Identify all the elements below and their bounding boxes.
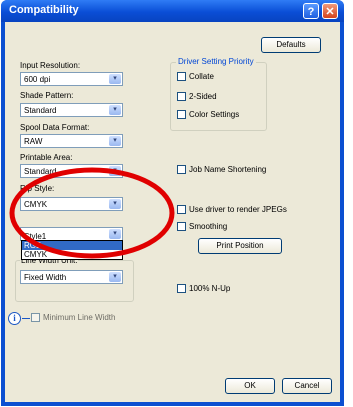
chevron-down-icon[interactable]: ▾ [109,229,121,239]
use-driver-jpegs-checkbox[interactable]: Use driver to render JPEGs [177,205,287,214]
spool-data-format-select[interactable]: RAW ▾ [20,134,123,148]
driver-setting-priority-title: Driver Setting Priority [176,57,256,66]
checkbox-box[interactable] [177,222,186,231]
window-title: Compatibility [9,4,79,16]
shade-pattern-select[interactable]: Standard ▾ [20,103,123,117]
n-up-100-label: 100% N-Up [189,284,231,293]
job-name-shortening-checkbox[interactable]: Job Name Shortening [177,165,266,174]
rip-style-value: CMYK [24,200,48,209]
color-settings-label: Color Settings [189,110,240,119]
dialog-client-area: Defaults Input Resolution: 600 dpi ▾ Sha… [5,22,340,402]
shade-pattern-value: Standard [24,106,57,115]
printable-area-value: Standard [24,167,57,176]
input-resolution-label: Input Resolution: [20,61,81,70]
job-name-shortening-label: Job Name Shortening [189,165,267,174]
rip-style-dropdown-list: RGB CMYK [21,240,123,260]
chevron-down-icon[interactable]: ▾ [109,105,121,115]
shade-pattern-label: Shade Pattern: [20,91,74,100]
ok-button[interactable]: OK [225,378,275,394]
n-up-100-checkbox[interactable]: 100% N-Up [177,284,230,293]
dropdown-option-rgb[interactable]: RGB [22,241,122,250]
info-pointer-line [22,318,30,319]
checkbox-box[interactable] [177,165,186,174]
info-icon: i [8,312,21,325]
checkbox-box[interactable] [177,110,186,119]
two-sided-checkbox[interactable]: 2-Sided [177,92,217,101]
use-driver-jpegs-label: Use driver to render JPEGs [189,205,287,214]
dropdown-option-cmyk[interactable]: CMYK [22,250,122,259]
smoothing-checkbox[interactable]: Smoothing [177,222,227,231]
obscured-style-select[interactable]: Style1 ▾ [20,227,123,241]
checkbox-box[interactable] [177,284,186,293]
defaults-button[interactable]: Defaults [261,37,321,53]
smoothing-label: Smoothing [189,222,228,231]
chevron-down-icon[interactable]: ▾ [109,166,121,176]
line-width-unit-select[interactable]: Fixed Width ▾ [20,270,123,284]
minimum-line-width-label: Minimum Line Width [43,313,116,322]
color-settings-checkbox[interactable]: Color Settings [177,110,239,119]
collate-label: Collate [189,72,214,81]
title-bar: Compatibility ? ✕ [1,0,344,22]
line-width-unit-value: Fixed Width [24,273,67,282]
spool-data-format-label: Spool Data Format: [20,123,90,132]
checkbox-box[interactable] [177,92,186,101]
printable-area-label: Printable Area: [20,153,73,162]
chevron-down-icon[interactable]: ▾ [109,136,121,146]
cancel-button[interactable]: Cancel [282,378,332,394]
rip-style-select[interactable]: CMYK ▾ [20,197,123,211]
compatibility-dialog: Compatibility ? ✕ Defaults Input Resolut… [1,0,344,406]
input-resolution-value: 600 dpi [24,75,51,84]
close-button[interactable]: ✕ [322,3,338,19]
spool-data-format-value: RAW [24,137,43,146]
rip-style-label: Rip Style: [20,184,55,193]
chevron-down-icon[interactable]: ▾ [109,74,121,84]
chevron-down-icon[interactable]: ▾ [109,272,121,282]
input-resolution-select[interactable]: 600 dpi ▾ [20,72,123,86]
checkbox-box[interactable] [177,72,186,81]
checkbox-box[interactable] [177,205,186,214]
checkbox-box[interactable] [31,313,40,322]
two-sided-label: 2-Sided [189,92,217,101]
collate-checkbox[interactable]: Collate [177,72,214,81]
chevron-down-icon[interactable]: ▾ [109,199,121,209]
minimum-line-width-checkbox[interactable]: Minimum Line Width [31,313,115,322]
print-position-button[interactable]: Print Position [198,238,282,254]
help-button[interactable]: ? [303,3,319,19]
printable-area-select[interactable]: Standard ▾ [20,164,123,178]
